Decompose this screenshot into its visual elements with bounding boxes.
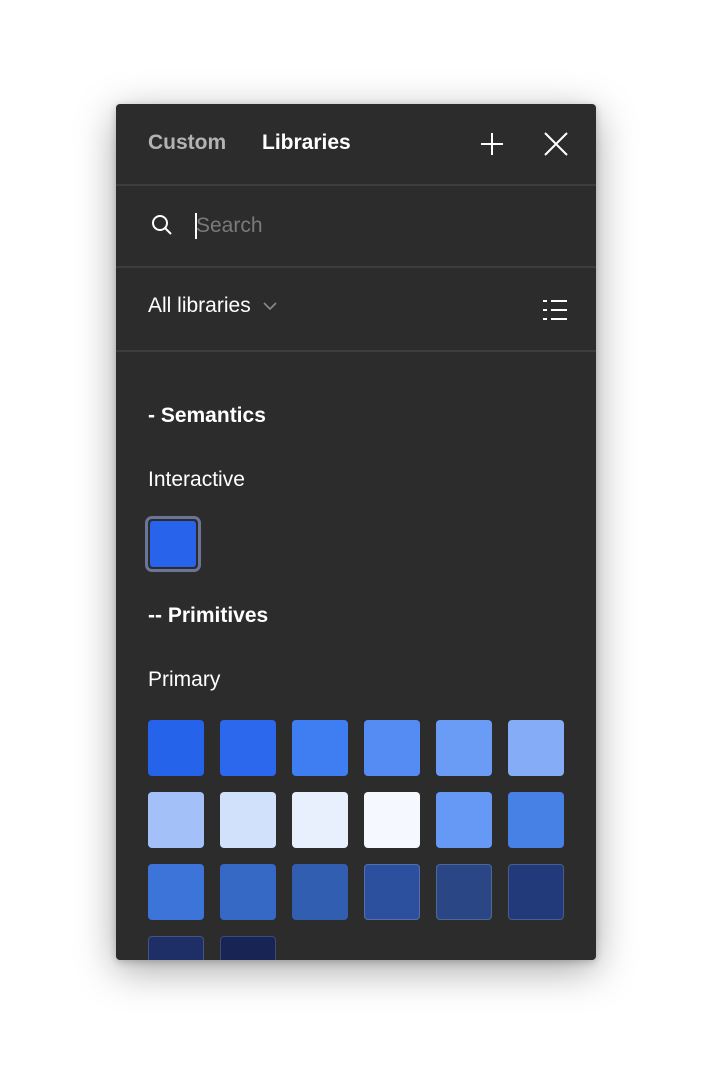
color-swatch[interactable] — [508, 792, 564, 848]
color-swatch[interactable] — [292, 792, 348, 848]
color-swatch[interactable] — [364, 792, 420, 848]
color-swatch[interactable] — [148, 792, 204, 848]
color-picker-panel: Custom Libraries All libraries — [116, 104, 596, 960]
color-swatch[interactable] — [436, 864, 492, 920]
plus-icon — [481, 133, 503, 155]
color-swatch[interactable] — [364, 864, 420, 920]
subgroup-title-primary: Primary — [148, 668, 221, 691]
swatch-fill — [150, 521, 196, 567]
panel-header: Custom Libraries — [116, 104, 596, 186]
color-swatch[interactable] — [292, 720, 348, 776]
close-icon — [544, 132, 568, 156]
color-swatch[interactable] — [148, 936, 204, 960]
add-button[interactable] — [478, 130, 506, 158]
color-swatch[interactable] — [220, 864, 276, 920]
close-button[interactable] — [542, 130, 570, 158]
search-icon — [152, 215, 172, 235]
filter-row: All libraries — [116, 268, 596, 352]
color-swatch[interactable] — [436, 792, 492, 848]
search-input[interactable] — [194, 206, 566, 246]
tab-libraries[interactable]: Libraries — [262, 131, 351, 155]
library-dropdown[interactable]: All libraries — [148, 294, 277, 318]
list-view-button[interactable] — [542, 296, 570, 324]
color-swatch[interactable] — [148, 720, 204, 776]
list-view-icon — [543, 300, 567, 320]
search-row — [116, 186, 596, 268]
library-dropdown-label: All libraries — [148, 294, 251, 317]
color-swatch[interactable] — [508, 864, 564, 920]
color-swatch[interactable] — [220, 792, 276, 848]
color-swatch[interactable] — [148, 864, 204, 920]
color-swatch[interactable] — [292, 864, 348, 920]
chevron-down-icon — [263, 302, 277, 311]
color-swatch[interactable] — [508, 720, 564, 776]
color-swatch[interactable] — [220, 936, 276, 960]
color-swatch-selected[interactable] — [145, 516, 201, 572]
subgroup-title-interactive: Interactive — [148, 468, 245, 491]
color-swatch[interactable] — [220, 720, 276, 776]
group-title-primitives: -- Primitives — [148, 604, 269, 627]
tab-custom[interactable]: Custom — [148, 131, 226, 155]
color-swatch[interactable] — [436, 720, 492, 776]
group-title-semantics: - Semantics — [148, 404, 266, 427]
color-swatch[interactable] — [364, 720, 420, 776]
